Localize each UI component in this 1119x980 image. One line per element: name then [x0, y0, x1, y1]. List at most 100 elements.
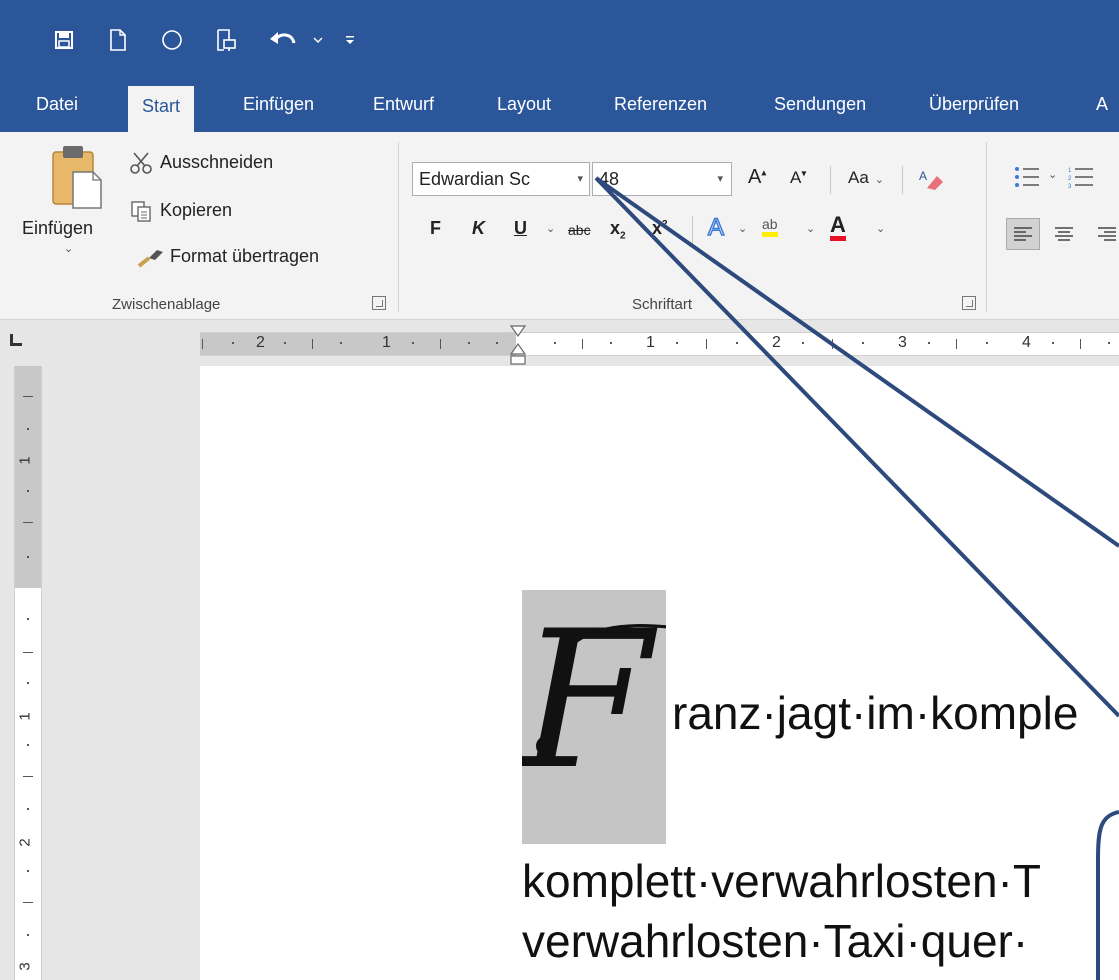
tab-einfuegen[interactable]: Einfügen	[243, 82, 314, 132]
font-name-field[interactable]: Edwardian Sc ▾	[412, 162, 590, 196]
ruler-tick	[27, 934, 29, 936]
ruler-tick	[928, 342, 930, 344]
numbered-list-icon[interactable]: 1 2 3	[1066, 162, 1096, 192]
font-size-dropdown-icon[interactable]: ▾	[717, 163, 723, 195]
highlight-button[interactable]: ab	[762, 216, 778, 237]
tab-datei[interactable]: Datei	[36, 82, 78, 132]
paste-dropdown-icon[interactable]: ⌄	[64, 242, 73, 255]
ruler-tick	[23, 776, 33, 777]
touch-mode-icon[interactable]	[212, 24, 240, 56]
ruler-corner	[0, 320, 40, 366]
ruler-number: 4	[1022, 334, 1031, 351]
document-line-1[interactable]: ranz·jagt·im·komple	[672, 686, 1078, 740]
subscript-button[interactable]: x2	[610, 218, 626, 242]
ruler-tick	[284, 342, 286, 344]
divider	[692, 216, 693, 244]
circle-icon[interactable]	[158, 24, 186, 56]
bullet-dropdown-icon[interactable]: ⌄	[1048, 168, 1057, 181]
bold-button[interactable]: F	[430, 218, 441, 239]
brush-icon[interactable]	[136, 244, 166, 270]
tab-sendungen[interactable]: Sendungen	[774, 82, 866, 132]
ruler-number: 1	[16, 712, 34, 721]
title-bar	[0, 0, 1119, 82]
ruler-tick	[440, 339, 441, 349]
underline-dropdown-icon[interactable]: ⌄	[546, 222, 555, 235]
tab-entwurf[interactable]: Entwurf	[373, 82, 434, 132]
cut-button[interactable]: Ausschneiden	[160, 152, 273, 173]
clipboard-group-label: Zwischenablage	[112, 296, 221, 313]
ruler-tick	[1052, 342, 1054, 344]
ruler-tick	[706, 339, 707, 349]
copy-icon[interactable]	[128, 198, 154, 224]
ruler-tick	[610, 342, 612, 344]
superscript-button[interactable]: x2	[652, 218, 668, 239]
undo-icon[interactable]	[266, 24, 300, 56]
change-case-button[interactable]: Aa ⌄	[848, 168, 884, 188]
ruler-tick	[232, 342, 234, 344]
eraser-icon[interactable]: A	[916, 166, 946, 196]
copy-button[interactable]: Kopieren	[160, 200, 232, 221]
underline-button[interactable]: U	[514, 218, 527, 239]
document-page[interactable]: F ranz·jagt·im·komple komplett·verwahrlo…	[200, 366, 1119, 980]
ruler-tick	[676, 342, 678, 344]
ruler-tick	[582, 339, 583, 349]
ruler-tick	[832, 339, 833, 349]
highlight-dropdown-icon[interactable]: ⌄	[806, 222, 815, 235]
font-size-field[interactable]: 48 ▾	[592, 162, 732, 196]
align-right-icon[interactable]	[1094, 220, 1119, 248]
format-painter-button[interactable]: Format übertragen	[170, 246, 319, 267]
tab-start[interactable]: Start	[128, 86, 195, 132]
indent-marker-icon[interactable]	[508, 324, 528, 368]
align-center-icon[interactable]	[1050, 220, 1078, 248]
ruler-tick	[27, 682, 29, 684]
tab-referenzen[interactable]: Referenzen	[614, 82, 707, 132]
italic-button[interactable]: K	[472, 218, 485, 239]
tab-ansicht[interactable]: A	[1096, 82, 1108, 132]
scissors-icon[interactable]	[128, 150, 154, 176]
font-dialog-launcher[interactable]	[962, 296, 976, 310]
ruler-tick	[312, 339, 313, 349]
paste-button-label[interactable]: Einfügen	[22, 218, 93, 239]
ruler-tick	[27, 556, 29, 558]
ruler-tick	[554, 342, 556, 344]
horizontal-ruler[interactable]: 2 1 1 2 3 4	[200, 332, 1119, 356]
undo-dropdown-icon[interactable]	[310, 24, 326, 56]
ruler-margin-area	[200, 333, 516, 355]
ruler-tick	[27, 808, 29, 810]
tab-stop-selector-icon[interactable]	[10, 334, 22, 346]
save-icon[interactable]	[50, 24, 78, 56]
align-left-icon[interactable]	[1006, 218, 1040, 250]
font-color-button[interactable]: A	[830, 214, 846, 241]
grow-font-button[interactable]: A▴	[748, 166, 766, 189]
ruler-number: 3	[16, 962, 34, 971]
font-color-dropdown-icon[interactable]: ⌄	[876, 222, 885, 235]
text-effects-button[interactable]: A	[707, 213, 725, 242]
tab-ueberpruefen[interactable]: Überprüfen	[929, 82, 1019, 132]
ruler-tick	[23, 396, 33, 397]
font-name-dropdown-icon[interactable]: ▾	[577, 163, 583, 195]
paste-icon[interactable]	[40, 142, 110, 212]
ruler-number: 3	[898, 334, 907, 351]
ruler-tick	[27, 490, 29, 492]
ruler-tick	[736, 342, 738, 344]
dropcap-letter[interactable]: F	[522, 596, 666, 796]
tab-layout[interactable]: Layout	[497, 82, 551, 132]
vertical-ruler[interactable]: 1 1 2 3	[14, 366, 42, 980]
ribbon: Einfügen ⌄ Ausschneiden Kopieren Format …	[0, 132, 1119, 320]
text-effects-dropdown-icon[interactable]: ⌄	[738, 222, 747, 235]
document-line-2[interactable]: komplett·verwahrlosten·T	[522, 854, 1041, 908]
divider	[830, 166, 831, 194]
ruler-tick	[412, 342, 414, 344]
clipboard-dialog-launcher[interactable]	[372, 296, 386, 310]
bullet-list-icon[interactable]	[1012, 162, 1042, 192]
customize-qat-icon[interactable]	[342, 24, 358, 56]
ruler-number: 1	[382, 334, 391, 351]
shrink-font-button[interactable]: A▾	[790, 168, 806, 188]
font-name-value: Edwardian Sc	[419, 169, 531, 189]
strikethrough-button[interactable]: abc	[568, 222, 591, 238]
document-line-3[interactable]: verwahrlosten·Taxi·quer·	[522, 914, 1028, 968]
ruler-tick	[1080, 339, 1081, 349]
ruler-margin-area	[15, 366, 41, 588]
new-document-icon[interactable]	[104, 24, 132, 56]
ruler-number: 2	[16, 838, 34, 847]
